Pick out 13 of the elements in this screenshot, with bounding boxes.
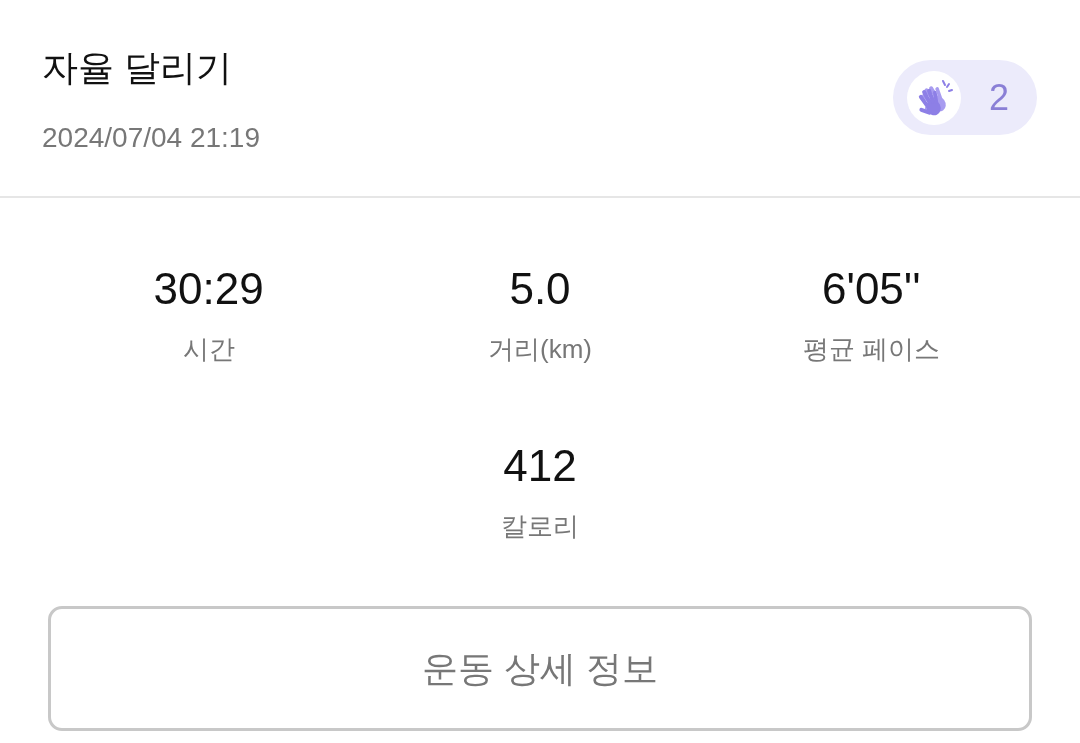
- workout-details-button[interactable]: 운동 상세 정보: [48, 606, 1032, 731]
- stat-label: 칼로리: [501, 510, 579, 543]
- stat-value: 412: [503, 440, 577, 492]
- stat-value: 30:29: [153, 263, 264, 315]
- clap-badge[interactable]: 2: [893, 60, 1037, 135]
- stat-value: 6'05'': [822, 263, 921, 315]
- clapping-hands-icon: [907, 70, 961, 125]
- stat-label: 거리(km): [488, 333, 592, 366]
- activity-date: 2024/07/04 21:19: [42, 121, 260, 155]
- stat-label: 시간: [182, 333, 235, 366]
- stat-label: 평균 페이스: [802, 333, 940, 366]
- activity-title: 자율 달리기: [42, 46, 232, 90]
- stat-value: 5.0: [509, 263, 571, 315]
